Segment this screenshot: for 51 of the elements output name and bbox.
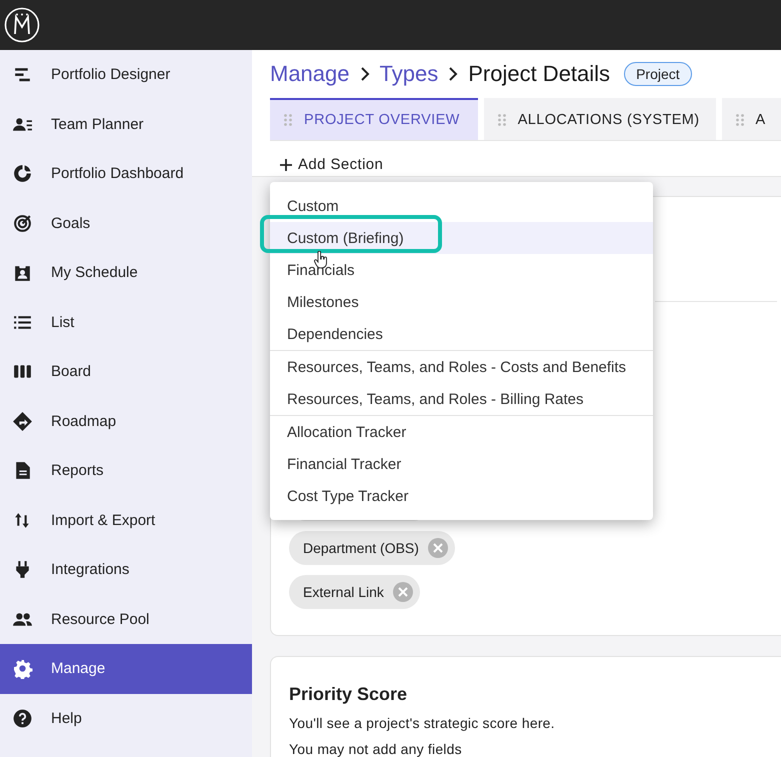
tab[interactable]: PROJECT OVERVIEW: [270, 98, 478, 140]
field-chip: Department (OBS): [289, 530, 455, 564]
sidebar-item[interactable]: Goals: [0, 198, 252, 248]
remove-icon[interactable]: [428, 538, 448, 558]
field-chip: External Link: [289, 574, 420, 608]
page-title: Project Details: [468, 61, 610, 87]
sidebar-item[interactable]: List: [0, 298, 252, 347]
tab[interactable]: A: [722, 98, 781, 140]
menu-item[interactable]: Resources, Teams, and Roles - Billing Rates: [270, 383, 653, 415]
menu-item[interactable]: Allocation Tracker: [270, 416, 653, 448]
menu-item[interactable]: Milestones: [270, 286, 653, 318]
menu-item[interactable]: Dependencies: [270, 318, 653, 350]
sidebar-item[interactable]: Integrations: [0, 545, 252, 594]
sidebar-item[interactable]: Resource Pool: [0, 594, 252, 644]
sidebar-item[interactable]: Roadmap: [0, 396, 252, 446]
sidebar-item[interactable]: Portfolio Designer: [0, 50, 252, 100]
drag-handle-icon[interactable]: [736, 114, 744, 126]
breadcrumb-link[interactable]: Types: [380, 61, 438, 87]
menu-item[interactable]: Custom: [270, 190, 653, 222]
settings-icon: [12, 658, 33, 680]
tab[interactable]: ALLOCATIONS (SYSTEM): [484, 98, 716, 140]
sidebar-item[interactable]: Help: [0, 694, 252, 743]
card-text: You'll see a project's strategic score here.: [289, 714, 556, 732]
sidebar-item[interactable]: Board: [0, 347, 252, 396]
card-title: Priority Score: [289, 684, 408, 704]
menu-item[interactable]: Financials: [270, 254, 653, 286]
drag-handle-icon[interactable]: [498, 114, 506, 126]
sidebar-item[interactable]: Manage: [0, 644, 252, 694]
sidebar-item[interactable]: Reports: [0, 446, 252, 496]
sidebar-item[interactable]: Team Planner: [0, 100, 252, 149]
breadcrumb-link[interactable]: Manage: [270, 61, 350, 87]
help-icon: [12, 708, 33, 729]
remove-icon[interactable]: [392, 582, 413, 602]
plus-icon: [280, 158, 292, 170]
sidebar-item[interactable]: Import & Export: [0, 496, 252, 545]
sidebar-item[interactable]: Portfolio Dashboard: [0, 149, 252, 198]
sidebar-item[interactable]: My Schedule: [0, 248, 252, 298]
type-badge: Project: [624, 62, 692, 86]
add-section-button[interactable]: Add Section: [280, 156, 384, 173]
menu-item[interactable]: Financial Tracker: [270, 448, 653, 480]
ring-chart-icon: [12, 163, 33, 184]
menu-item[interactable]: Resources, Teams, and Roles - Costs and Benefits: [270, 351, 653, 383]
drag-handle-icon[interactable]: [284, 114, 292, 126]
menu-item[interactable]: Cost Type Tracker: [270, 480, 653, 512]
logo-icon[interactable]: [4, 7, 40, 43]
card-text: You may not add any fields: [289, 740, 463, 757]
chevron-icon: [448, 67, 458, 81]
target-icon: [12, 212, 33, 234]
menu-item[interactable]: Custom (Briefing): [270, 222, 653, 254]
diamond-arrow-icon: [12, 410, 33, 432]
chevron-icon: [360, 67, 370, 81]
